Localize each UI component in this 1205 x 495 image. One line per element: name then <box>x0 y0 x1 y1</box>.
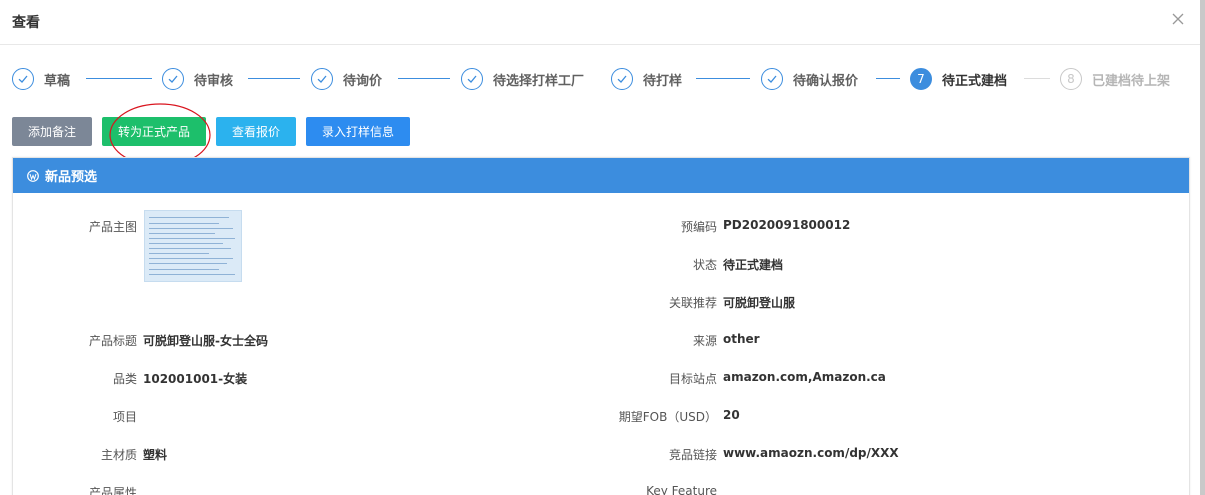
step-label: 草稿 <box>44 73 71 89</box>
precode-value: PD2020091800012 <box>723 218 851 232</box>
step-pending-review: 待审核 <box>162 62 233 96</box>
source-label: 来源 <box>692 334 717 348</box>
target-site-label: 目标站点 <box>668 372 717 386</box>
expected-fob-label: 期望FOB（USD） <box>618 410 717 424</box>
category-label: 品类 <box>112 372 137 386</box>
view-quote-button[interactable]: 查看报价 <box>216 117 296 146</box>
product-title-value: 可脱卸登山服-女士全码 <box>143 334 268 348</box>
check-icon <box>761 68 783 90</box>
main-material-label: 主材质 <box>100 448 137 462</box>
precode-label: 预编码 <box>680 220 717 234</box>
competitor-link-label: 竞品链接 <box>668 448 717 462</box>
step-label: 已建档待上架 <box>1092 73 1171 89</box>
close-icon[interactable] <box>1170 11 1186 27</box>
add-note-button[interactable]: 添加备注 <box>12 117 92 146</box>
progress-steps: 草稿 待审核 待询价 待选择打样工厂 待打样 待确认报价 7 待正式建档 8 已… <box>0 62 1200 96</box>
product-attributes-label: 产品属性 <box>88 486 137 495</box>
step-filed-pending-listing: 8 已建档待上架 <box>1060 62 1170 96</box>
check-icon <box>461 68 483 90</box>
step-label: 待正式建档 <box>942 73 1008 89</box>
convert-to-product-button[interactable]: 转为正式产品 <box>102 117 206 146</box>
step-draft: 草稿 <box>12 62 70 96</box>
check-icon <box>611 68 633 90</box>
key-feature-label: Key Feature <box>646 484 717 495</box>
step-select-factory: 待选择打样工厂 <box>461 62 584 96</box>
related-recommend-value: 可脱卸登山服 <box>723 296 796 310</box>
panel-title: 新品预选 <box>45 170 98 185</box>
step-confirm-quote: 待确认报价 <box>761 62 858 96</box>
expected-fob-value: 20 <box>723 408 740 422</box>
modal-header: 查看 <box>0 0 1200 45</box>
check-icon <box>162 68 184 90</box>
check-icon <box>311 68 333 90</box>
backdrop-edge <box>1200 0 1205 495</box>
enter-sample-info-button[interactable]: 录入打样信息 <box>306 117 410 146</box>
panel-header: 新品预选 <box>13 158 1189 193</box>
target-site-value: amazon.com,Amazon.ca <box>723 370 886 384</box>
status-value: 待正式建档 <box>723 258 784 272</box>
modal-title: 查看 <box>12 15 40 31</box>
wordpress-icon <box>27 169 39 182</box>
step-number: 7 <box>910 68 932 90</box>
main-material-value: 塑料 <box>143 448 168 462</box>
category-value: 102001001-女装 <box>143 372 248 386</box>
step-label: 待选择打样工厂 <box>493 73 585 89</box>
product-title-label: 产品标题 <box>88 334 137 348</box>
new-product-panel: 新品预选 产品主图 产品标题 可脱卸登山服-女士全码 品类 102001001-… <box>12 157 1190 495</box>
step-pending-inquiry: 待询价 <box>311 62 382 96</box>
view-modal: 查看 草稿 待审核 待询价 待选择打样工厂 待打样 待确认报价 7 待正式建档 … <box>0 0 1200 495</box>
check-icon <box>12 68 34 90</box>
step-pending-sample: 待打样 <box>611 62 682 96</box>
project-label: 项目 <box>112 410 137 424</box>
step-label: 待确认报价 <box>793 73 859 89</box>
step-label: 待询价 <box>343 73 383 89</box>
source-value: other <box>723 332 760 346</box>
status-label: 状态 <box>692 258 717 272</box>
product-main-image[interactable] <box>144 210 242 282</box>
competitor-link-value[interactable]: www.amaozn.com/dp/XXX <box>723 446 899 460</box>
step-number: 8 <box>1060 68 1082 90</box>
step-pending-filing: 7 待正式建档 <box>910 62 1007 96</box>
related-recommend-label: 关联推荐 <box>668 296 717 310</box>
main-image-label: 产品主图 <box>88 220 137 234</box>
step-label: 待审核 <box>194 73 234 89</box>
step-label: 待打样 <box>643 73 683 89</box>
